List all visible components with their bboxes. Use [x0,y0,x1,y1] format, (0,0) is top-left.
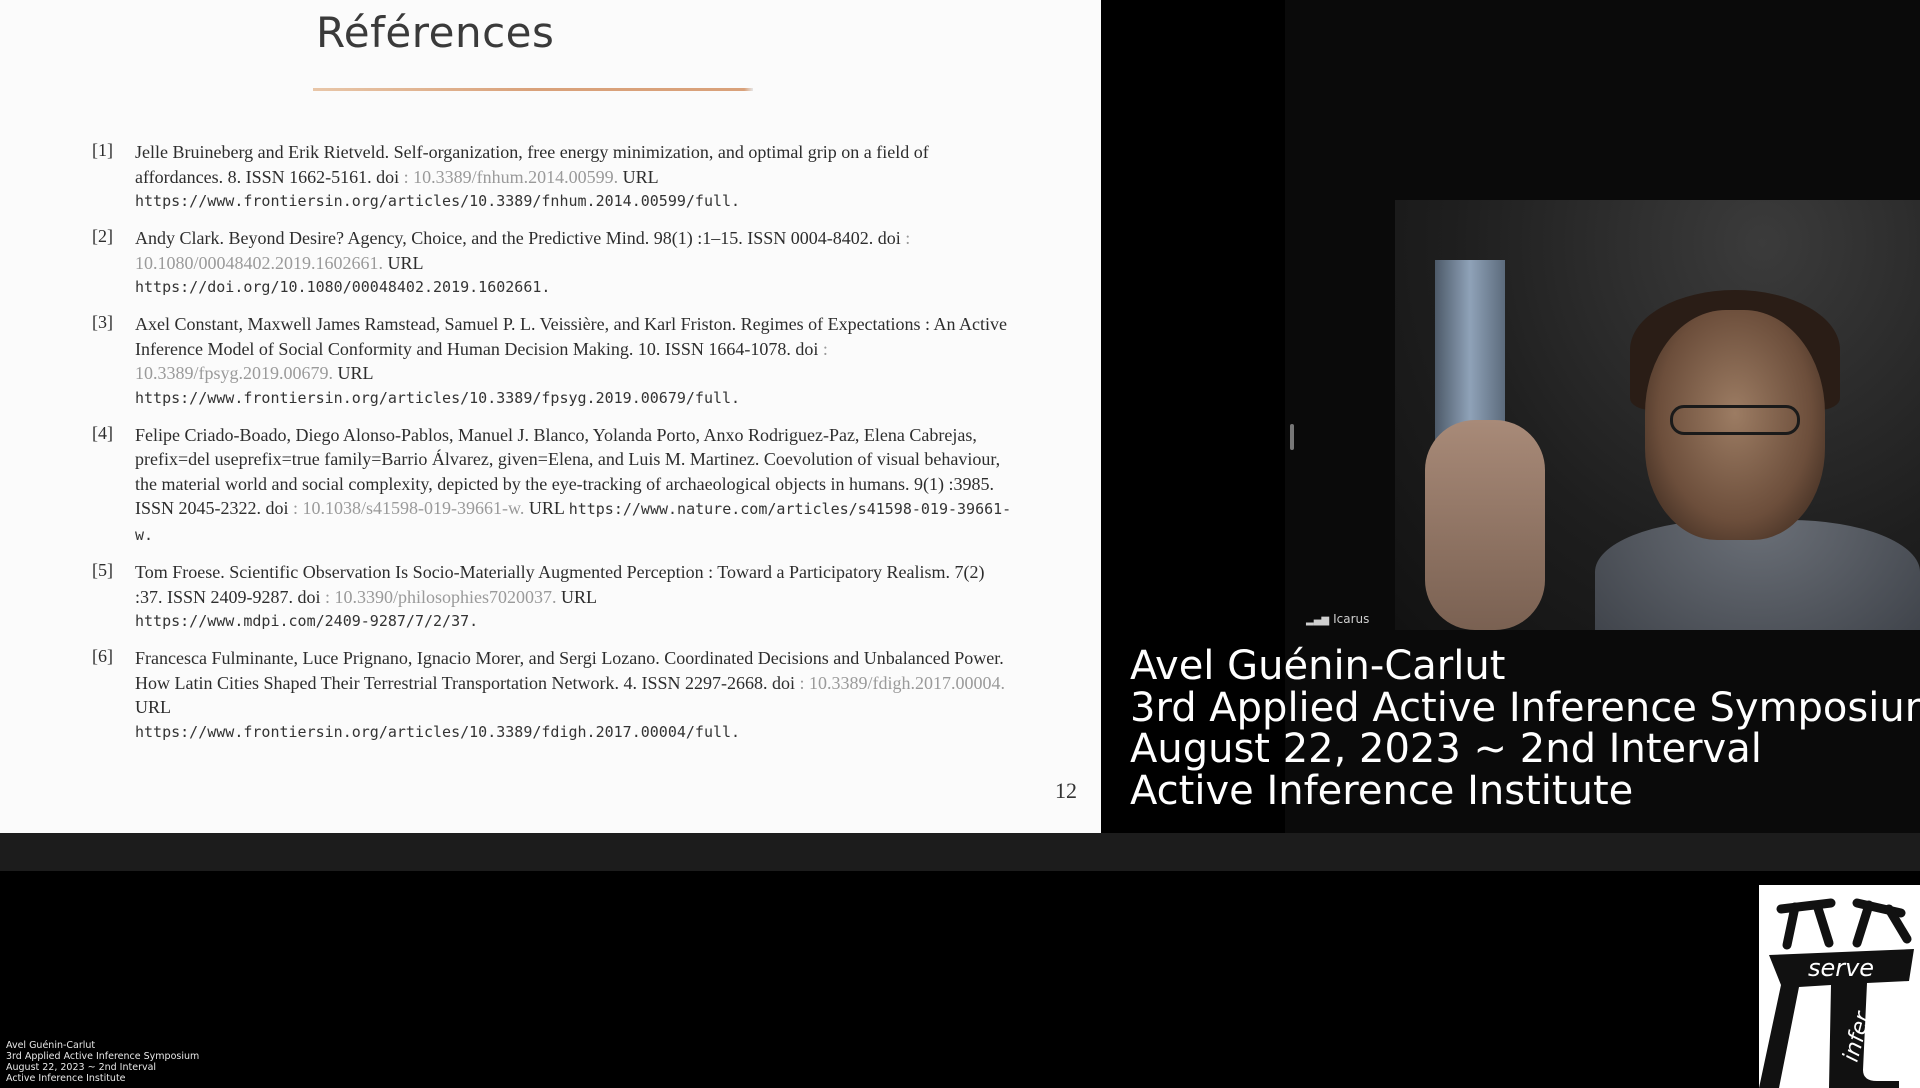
url-label: URL [561,586,598,607]
reference-list: [1] Jelle Bruineberg and Erik Rietveld. … [92,140,1012,757]
event-overlay: Avel Guénin-Carlut 3rd Applied Active In… [1130,643,1920,814]
url-label: URL [387,252,424,273]
title-divider [313,88,753,91]
participant-name: Icarus [1333,612,1370,626]
reference-doi[interactable]: : 10.3389/fdigh.2017.00004. [800,673,1006,693]
reference-text: Tom Froese. Scientific Observation Is So… [135,562,985,607]
organization-name: Active Inference Institute [1130,767,1634,814]
slide-title: Références [316,8,555,57]
slide-page-number: 12 [1055,778,1077,803]
reference-item: [3] Axel Constant, Maxwell James Ramstea… [92,312,1012,410]
institute-logo: serve act infer [1759,885,1920,1088]
reference-item: [6] Francesca Fulminante, Luce Prignano,… [92,646,1012,744]
reference-number: [2] [92,226,113,246]
reference-number: [4] [92,422,113,443]
reference-number: [3] [92,312,113,332]
presentation-slide: Références [1] Jelle Bruineberg and Erik… [0,0,1101,833]
reference-url[interactable]: https://www.frontiersin.org/articles/10.… [135,720,1012,744]
reference-item: [1] Jelle Bruineberg and Erik Rietveld. … [92,140,1012,213]
bottom-band [0,833,1920,871]
reference-text: Andy Clark. Beyond Desire? Agency, Choic… [135,228,901,248]
speaker-name: Avel Guénin-Carlut [1130,643,1506,689]
reference-doi[interactable]: : 10.1038/s41598-019-39661-w. [293,498,524,518]
url-label: URL [528,498,565,518]
speaker-hand [1425,420,1545,630]
speaker-glasses [1670,405,1800,435]
event-date: August 22, 2023 ~ 2nd Interval [1130,726,1762,772]
logo-word-serve: serve [1808,954,1874,982]
reference-url[interactable]: https://doi.org/10.1080/00048402.2019.16… [135,275,1012,299]
reference-number: [6] [92,646,113,666]
url-label: URL [622,166,659,187]
event-name: 3rd Applied Active Inference Symposium [1130,684,1920,731]
reference-doi[interactable]: : 10.3389/fnhum.2014.00599. [404,167,619,187]
reference-url[interactable]: https://www.mdpi.com/2409-9287/7/2/37. [135,609,1012,633]
participant-name-tag: ▂▄▆ Icarus [1306,612,1369,626]
url-label: URL [337,363,374,383]
small-credit: Avel Guénin-Carlut 3rd Applied Active In… [6,1040,200,1084]
reference-number: [1] [92,140,113,160]
webcam-frame [1395,200,1920,630]
reference-number: [5] [92,560,113,580]
reference-item: [5] Tom Froese. Scientific Observation I… [92,560,1012,633]
reference-text: Axel Constant, Maxwell James Ramstead, S… [135,314,1008,359]
video-resize-handle[interactable] [1290,424,1294,450]
reference-item: [2] Andy Clark. Beyond Desire? Agency, C… [92,226,1012,299]
reference-url[interactable]: https://www.frontiersin.org/articles/10.… [135,386,1012,410]
reference-doi[interactable]: : 10.3390/philosophies7020037. [325,587,557,607]
reference-item: [4] Felipe Criado-Boado, Diego Alonso-Pa… [92,423,1012,548]
signal-bars-icon: ▂▄▆ [1306,615,1330,626]
url-label: URL [135,697,171,717]
reference-url[interactable]: https://www.frontiersin.org/articles/10.… [135,189,1012,213]
